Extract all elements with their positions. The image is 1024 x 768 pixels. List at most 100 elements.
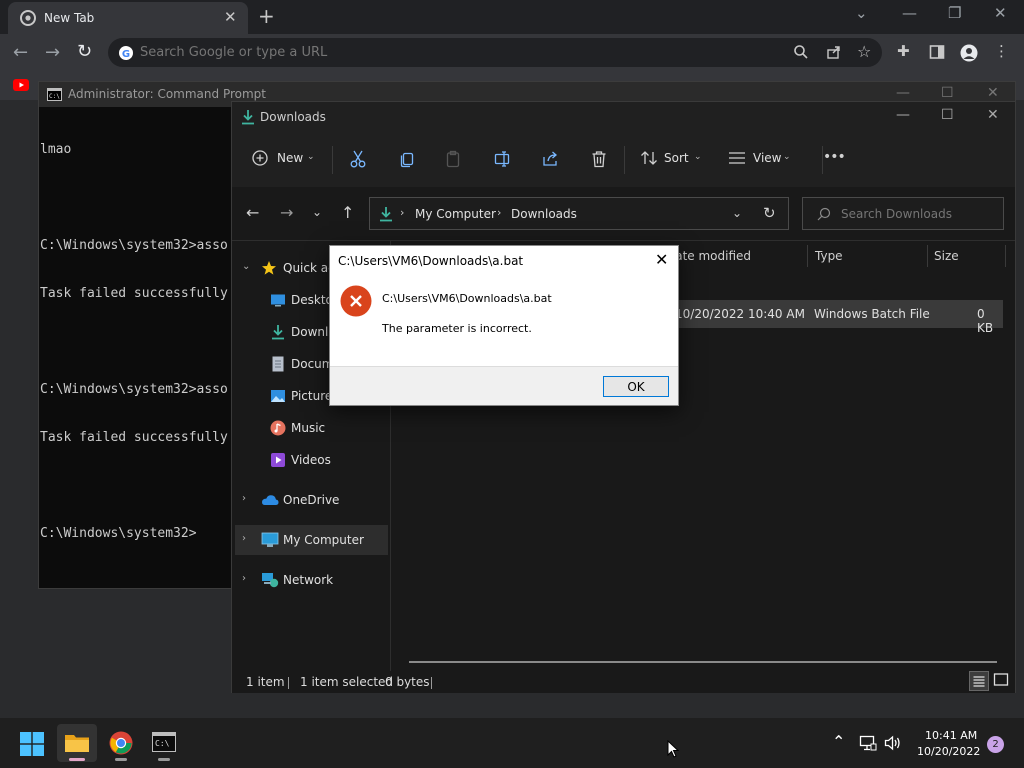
chrome-forward-icon[interactable]: → [45, 42, 60, 63]
up-arrow-icon[interactable]: ↑ [341, 203, 354, 222]
explorer-minimize-icon[interactable]: — [896, 107, 910, 123]
documents-icon [271, 356, 285, 372]
status-separator [431, 677, 432, 689]
sort-button[interactable]: Sort ⌄ [640, 149, 704, 171]
dialog-close-icon[interactable]: ✕ [655, 250, 668, 269]
address-bar[interactable]: › My Computer › Downloads ⌄ [369, 197, 789, 230]
chrome-tab-search-icon[interactable]: ⌄ [855, 4, 868, 22]
chevron-right-icon[interactable]: › [242, 573, 246, 584]
clock-time[interactable]: 10:41 AM [925, 729, 977, 742]
extensions-icon[interactable]: ✚ [897, 42, 910, 60]
youtube-icon[interactable] [13, 79, 29, 91]
mouse-cursor-icon [667, 740, 679, 758]
chrome-minimize-icon[interactable]: — [902, 4, 917, 22]
chevron-right-icon[interactable]: › [242, 533, 246, 544]
nav-item-my-computer[interactable]: › My Computer [235, 525, 388, 555]
column-header-size[interactable]: Size [934, 249, 959, 263]
explorer-command-bar: New ⌄ Sort ⌄ View ⌄ ••• [232, 132, 1015, 187]
status-separator [288, 677, 289, 689]
sort-icon [640, 150, 658, 166]
chevron-right-icon[interactable]: › [242, 493, 246, 504]
view-button[interactable]: View ⌄ [728, 149, 794, 171]
nav-label: OneDrive [283, 493, 340, 507]
breadcrumb-my-computer[interactable]: My Computer [415, 207, 496, 221]
chevron-down-icon[interactable]: ⌄ [242, 261, 250, 272]
error-dialog[interactable]: C:\Users\VM6\Downloads\a.bat ✕ C:\Users\… [329, 245, 679, 406]
zoom-search-icon[interactable] [793, 44, 809, 60]
explorer-address-row: ← → ⌄ ↑ › My Computer › Downloads ⌄ ↻ [232, 187, 1015, 241]
back-arrow-icon[interactable]: ← [246, 203, 259, 222]
nav-label: My Computer [283, 533, 364, 547]
dialog-message: The parameter is incorrect. [382, 322, 532, 335]
breadcrumb-downloads[interactable]: Downloads [511, 207, 577, 221]
details-view-icon[interactable] [969, 671, 989, 691]
nav-item-videos[interactable]: Videos [232, 445, 388, 475]
cmd-minimize-icon[interactable]: — [896, 85, 910, 101]
cmd-close-icon[interactable]: ✕ [987, 85, 999, 101]
clock-date[interactable]: 10/20/2022 [917, 745, 980, 758]
rename-icon[interactable] [494, 150, 512, 168]
side-panel-icon[interactable] [929, 44, 945, 60]
cmd-line: ​ [40, 478, 228, 494]
cut-icon[interactable] [350, 150, 366, 168]
chrome-omnibox-input[interactable] [140, 42, 740, 63]
terminal-icon: C:\ [152, 732, 176, 752]
show-hidden-icons-chevron-icon[interactable]: ⌃ [832, 732, 845, 751]
taskbar: C:\ ⌃ 10:41 AM 10/20/2022 2 [0, 718, 1024, 768]
horizontal-scrollbar[interactable] [409, 661, 997, 663]
windows-logo-icon [20, 732, 44, 756]
chrome-close-icon[interactable]: ✕ [994, 4, 1007, 22]
cmd-console-output[interactable]: lmao ​ C:\Windows\system32>asso Task fai… [40, 110, 228, 574]
nav-item-network[interactable]: › Network [232, 565, 388, 595]
chrome-back-icon[interactable]: ← [13, 42, 28, 63]
explorer-maximize-icon[interactable]: ☐ [941, 107, 954, 123]
volume-icon[interactable] [884, 735, 902, 751]
forward-arrow-icon[interactable]: → [280, 203, 293, 222]
cmd-line: C:\Windows\system32>asso [40, 382, 228, 397]
search-downloads-box[interactable] [802, 197, 1004, 230]
bookmark-star-icon[interactable]: ☆ [857, 42, 871, 61]
thumbnail-view-icon[interactable] [992, 672, 1010, 688]
chrome-tab-close-icon[interactable]: ✕ [224, 8, 237, 26]
sort-label: Sort [664, 151, 689, 165]
videos-icon [270, 452, 286, 468]
pictures-icon [270, 388, 286, 404]
nav-item-onedrive[interactable]: › OneDrive [232, 485, 388, 515]
file-type: Windows Batch File [814, 307, 930, 321]
start-button[interactable] [12, 724, 52, 762]
taskbar-chrome[interactable] [101, 724, 141, 762]
copy-icon[interactable] [399, 150, 415, 168]
new-button[interactable]: New ⌄ [252, 149, 320, 171]
running-indicator [158, 758, 170, 761]
share-icon[interactable] [542, 150, 560, 168]
chrome-omnibox[interactable]: G [108, 38, 882, 67]
dialog-title: C:\Users\VM6\Downloads\a.bat [338, 254, 524, 268]
notification-badge[interactable]: 2 [987, 736, 1004, 753]
column-header-type[interactable]: Type [815, 249, 843, 263]
paste-icon[interactable] [445, 150, 461, 168]
nav-item-music[interactable]: Music [232, 413, 388, 443]
recent-locations-chevron-icon[interactable]: ⌄ [312, 205, 322, 219]
chrome-menu-icon[interactable]: ⋮ [994, 42, 1009, 60]
explorer-close-icon[interactable]: ✕ [987, 107, 999, 123]
chrome-restore-icon[interactable]: ❐ [948, 4, 961, 22]
cmd-app-icon: C:\ [47, 88, 62, 101]
address-dropdown-chevron-icon[interactable]: ⌄ [732, 206, 742, 220]
explorer-title-bar[interactable]: Downloads — ☐ ✕ [232, 102, 1015, 132]
more-options-icon[interactable]: ••• [823, 149, 846, 165]
cmd-maximize-icon[interactable]: ☐ [941, 85, 954, 101]
folder-icon [64, 732, 90, 754]
nav-label: Videos [291, 453, 331, 467]
profile-avatar-icon[interactable] [960, 44, 978, 62]
delete-icon[interactable] [591, 150, 607, 168]
taskbar-command-prompt[interactable]: C:\ [144, 724, 184, 762]
network-status-icon[interactable] [859, 735, 877, 751]
share-icon[interactable] [826, 44, 842, 60]
search-downloads-input[interactable] [841, 205, 991, 223]
chrome-reload-icon[interactable]: ↻ [77, 41, 92, 62]
refresh-icon[interactable]: ↻ [763, 204, 776, 222]
taskbar-file-explorer[interactable] [57, 724, 97, 762]
ok-button[interactable]: OK [603, 376, 669, 397]
chrome-new-tab-button[interactable]: + [258, 4, 275, 28]
chrome-tab-new-tab[interactable]: New Tab ✕ [8, 2, 248, 34]
